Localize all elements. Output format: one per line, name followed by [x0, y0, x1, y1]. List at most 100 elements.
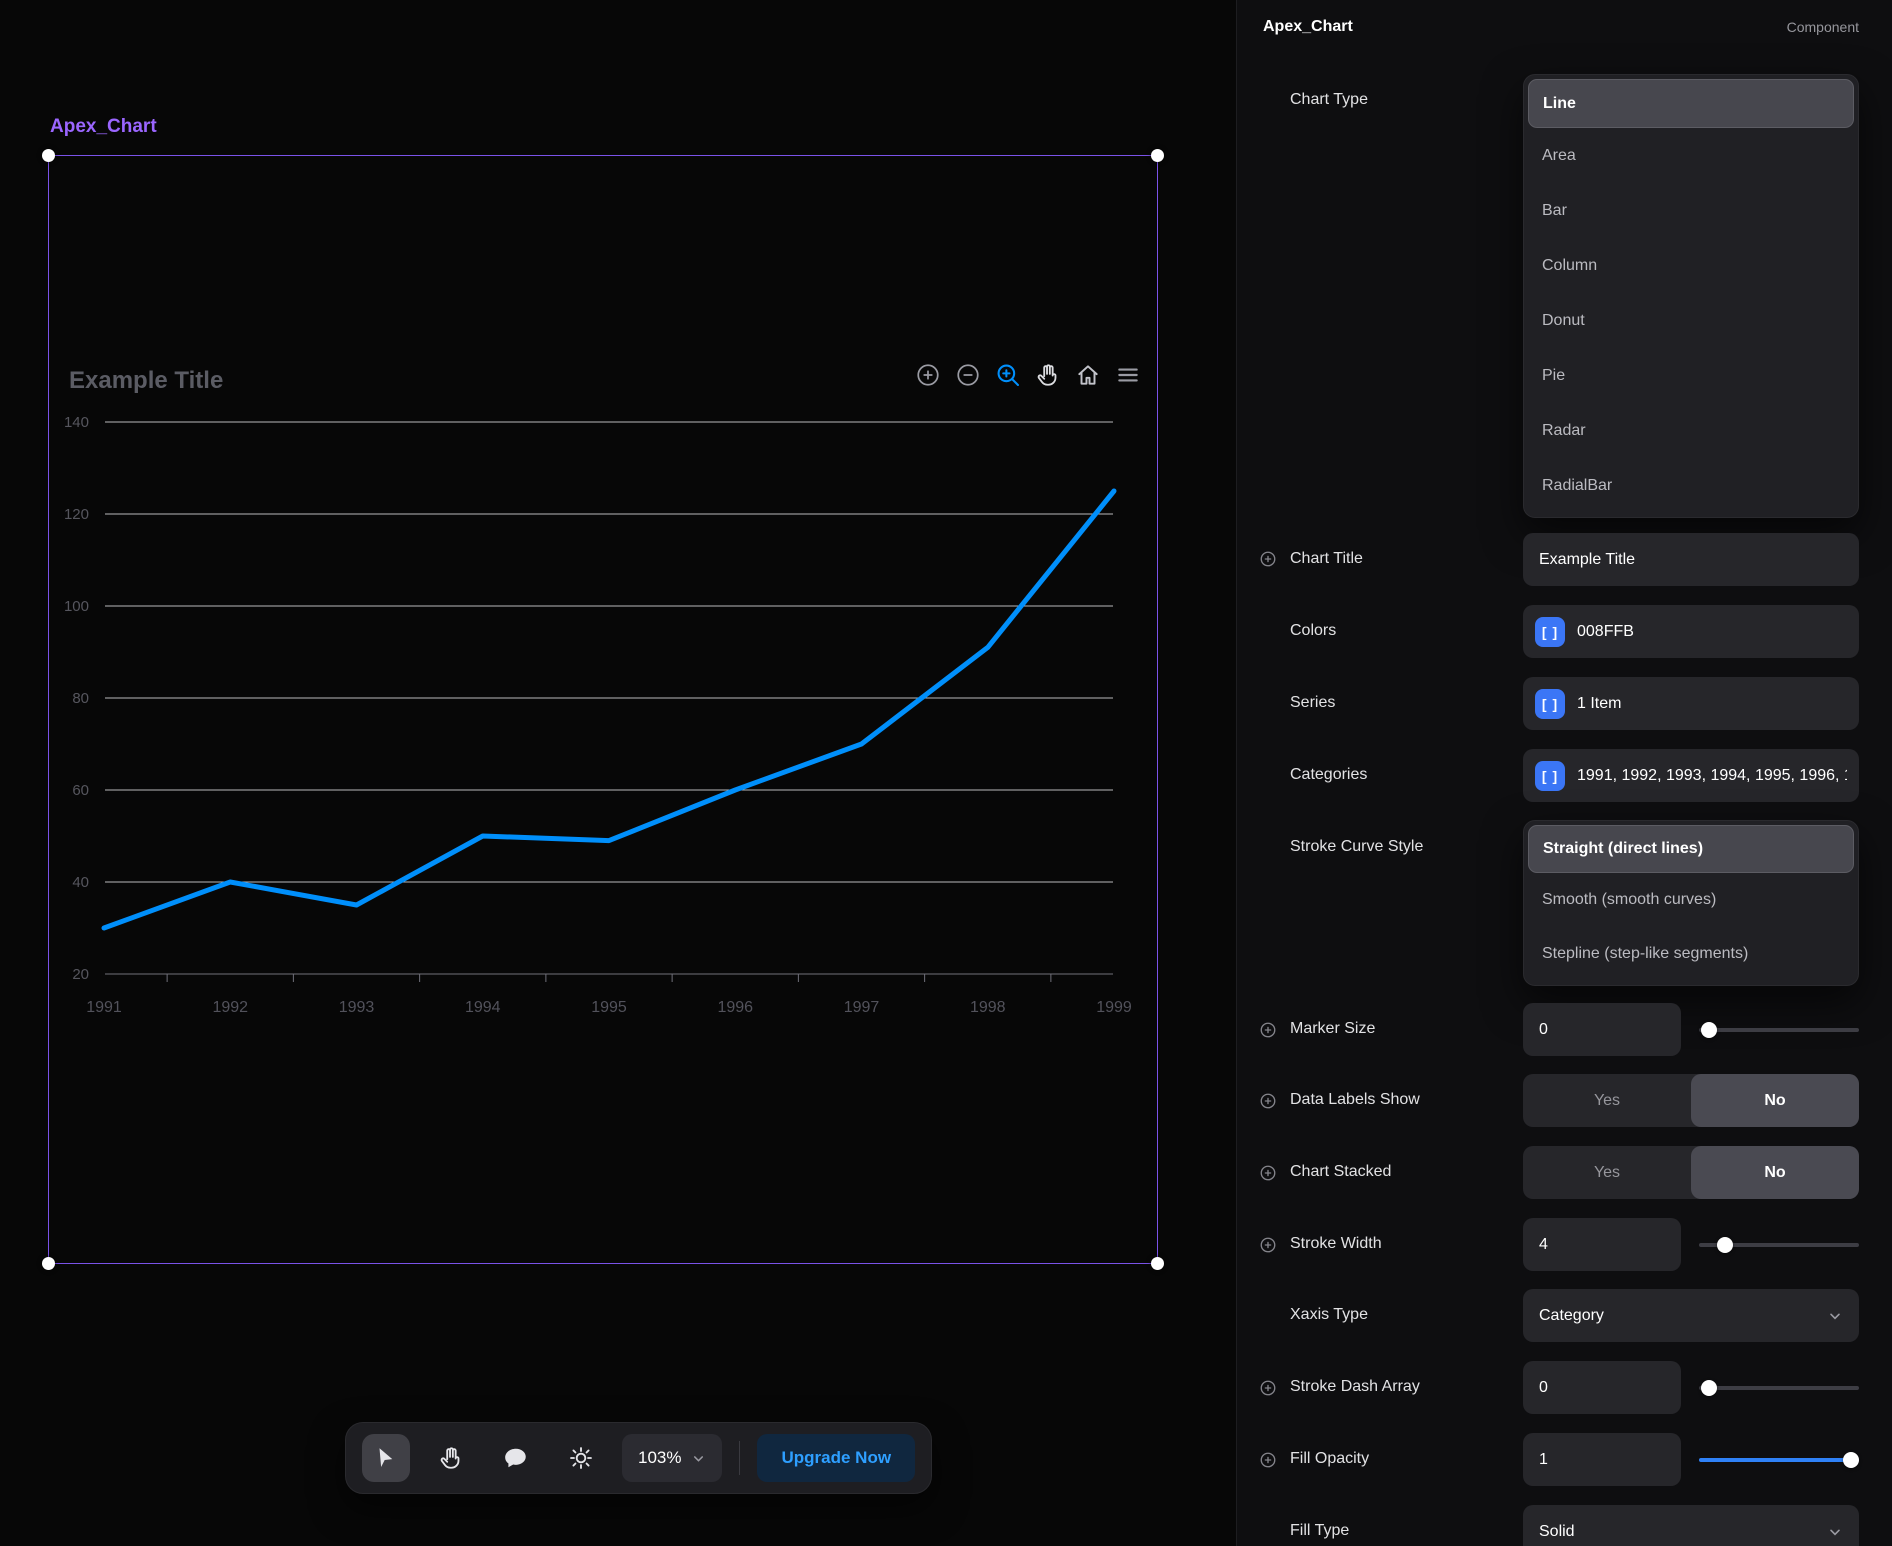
- reset-override-icon[interactable]: [1259, 1379, 1277, 1397]
- chart-type-option[interactable]: Bar: [1528, 183, 1854, 238]
- component-selection-frame[interactable]: 1401201008060402019911992199319941995199…: [48, 155, 1158, 1264]
- resize-handle-top-left[interactable]: [42, 149, 55, 162]
- series-value: 1 Item: [1577, 695, 1621, 713]
- resize-handle-bottom-left[interactable]: [42, 1257, 55, 1270]
- svg-text:1996: 1996: [717, 999, 753, 1016]
- menu-icon[interactable]: [1115, 362, 1141, 388]
- categories-label: Categories: [1290, 765, 1367, 785]
- reset-override-icon[interactable]: [1259, 1236, 1277, 1254]
- chevron-down-icon: [691, 1451, 706, 1466]
- chart-toolbar: [915, 362, 1141, 388]
- zoom-out-icon[interactable]: [955, 362, 981, 388]
- stroke-curve-option[interactable]: Stepline (step-like segments): [1528, 927, 1854, 981]
- component-type-badge: Component: [1787, 19, 1859, 35]
- colors-value: 008FFB: [1577, 623, 1634, 641]
- svg-text:60: 60: [72, 782, 89, 799]
- resize-handle-bottom-right[interactable]: [1151, 1257, 1164, 1270]
- slider-thumb[interactable]: [1701, 1022, 1717, 1038]
- stroke-width-slider[interactable]: [1699, 1218, 1859, 1271]
- stroke-dash-array-input[interactable]: 0: [1523, 1361, 1681, 1414]
- svg-text:1995: 1995: [591, 999, 627, 1016]
- design-canvas[interactable]: Apex_Chart 14012010080604020199119921993…: [0, 0, 1236, 1546]
- svg-text:140: 140: [64, 414, 89, 431]
- component-label[interactable]: Apex_Chart: [50, 116, 157, 138]
- chart-type-option[interactable]: Donut: [1528, 293, 1854, 348]
- segment-option-yes[interactable]: Yes: [1523, 1146, 1691, 1199]
- marker-size-input[interactable]: 0: [1523, 1003, 1681, 1056]
- svg-text:1993: 1993: [339, 999, 375, 1016]
- fill-type-select[interactable]: Solid: [1523, 1505, 1859, 1546]
- chart-type-option[interactable]: Pie: [1528, 348, 1854, 403]
- svg-text:1994: 1994: [465, 999, 501, 1016]
- chart-type-listbox: Line Area Bar Column Donut Pie Radar Rad…: [1523, 74, 1859, 518]
- reset-override-icon[interactable]: [1259, 1021, 1277, 1039]
- svg-text:20: 20: [72, 966, 89, 983]
- zoom-level-control[interactable]: 103%: [622, 1434, 722, 1482]
- upgrade-now-button[interactable]: Upgrade Now: [757, 1434, 915, 1482]
- segment-option-no[interactable]: No: [1691, 1074, 1859, 1127]
- colors-array-field[interactable]: [ ] 008FFB: [1523, 605, 1859, 658]
- chart-title-input[interactable]: Example Title: [1523, 533, 1859, 586]
- chart-stacked-segmented: Yes No: [1523, 1146, 1859, 1199]
- reset-override-icon[interactable]: [1259, 1092, 1277, 1110]
- stroke-curve-option[interactable]: Smooth (smooth curves): [1528, 873, 1854, 927]
- xaxis-type-label: Xaxis Type: [1290, 1305, 1368, 1325]
- svg-text:1992: 1992: [212, 999, 248, 1016]
- stroke-dash-array-label: Stroke Dash Array: [1290, 1377, 1420, 1397]
- marker-size-label: Marker Size: [1290, 1019, 1375, 1039]
- zoom-in-icon[interactable]: [915, 362, 941, 388]
- panel-header: Apex_Chart Component: [1263, 18, 1859, 36]
- categories-array-field[interactable]: [ ] 1991, 1992, 1993, 1994, 1995, 1996, …: [1523, 749, 1859, 802]
- chart-type-label: Chart Type: [1290, 90, 1368, 110]
- segment-option-yes[interactable]: Yes: [1523, 1074, 1691, 1127]
- stroke-dash-array-slider[interactable]: [1699, 1361, 1859, 1414]
- cursor-tool-button[interactable]: [362, 1434, 410, 1482]
- theme-sun-button[interactable]: [557, 1434, 605, 1482]
- home-icon[interactable]: [1075, 362, 1101, 388]
- stroke-width-label: Stroke Width: [1290, 1234, 1382, 1254]
- chart-type-option[interactable]: Column: [1528, 238, 1854, 293]
- data-labels-show-segmented: Yes No: [1523, 1074, 1859, 1127]
- slider-track: [1699, 1028, 1859, 1032]
- properties-panel: Apex_Chart Component Chart Type Line Are…: [1236, 0, 1892, 1546]
- stroke-width-input[interactable]: 4: [1523, 1218, 1681, 1271]
- slider-thumb[interactable]: [1717, 1237, 1733, 1253]
- slider-thumb[interactable]: [1843, 1452, 1859, 1468]
- svg-text:100: 100: [64, 598, 89, 615]
- reset-override-icon[interactable]: [1259, 1451, 1277, 1469]
- hand-tool-button[interactable]: [427, 1434, 475, 1482]
- array-icon: [ ]: [1535, 761, 1565, 791]
- svg-text:40: 40: [72, 874, 89, 891]
- segment-option-no[interactable]: No: [1691, 1146, 1859, 1199]
- categories-value: 1991, 1992, 1993, 1994, 1995, 1996, 1997…: [1577, 767, 1847, 785]
- chevron-down-icon: [1827, 1308, 1843, 1324]
- comment-tool-button[interactable]: [492, 1434, 540, 1482]
- svg-text:Example Title: Example Title: [69, 367, 223, 394]
- reset-override-icon[interactable]: [1259, 1164, 1277, 1182]
- svg-text:1998: 1998: [970, 999, 1006, 1016]
- fill-opacity-slider[interactable]: [1699, 1433, 1859, 1486]
- resize-handle-top-right[interactable]: [1151, 149, 1164, 162]
- svg-text:120: 120: [64, 506, 89, 523]
- stroke-curve-option[interactable]: Straight (direct lines): [1528, 825, 1854, 873]
- stroke-curve-listbox: Straight (direct lines) Smooth (smooth c…: [1523, 820, 1859, 986]
- fill-opacity-input[interactable]: 1: [1523, 1433, 1681, 1486]
- pan-hand-icon[interactable]: [1035, 362, 1061, 388]
- svg-text:1991: 1991: [86, 999, 122, 1016]
- chart-type-option[interactable]: Line: [1528, 79, 1854, 128]
- marker-size-slider[interactable]: [1699, 1003, 1859, 1056]
- series-array-field[interactable]: [ ] 1 Item: [1523, 677, 1859, 730]
- fill-type-value: Solid: [1539, 1523, 1575, 1541]
- slider-track: [1699, 1458, 1859, 1462]
- chart-type-option[interactable]: Area: [1528, 128, 1854, 183]
- chart-title-label: Chart Title: [1290, 549, 1363, 569]
- chart-type-option[interactable]: Radar: [1528, 403, 1854, 458]
- xaxis-type-value: Category: [1539, 1307, 1604, 1325]
- svg-text:1999: 1999: [1096, 999, 1132, 1016]
- selection-zoom-icon[interactable]: [995, 362, 1021, 388]
- array-icon: [ ]: [1535, 689, 1565, 719]
- chart-type-option[interactable]: RadialBar: [1528, 458, 1854, 513]
- xaxis-type-select[interactable]: Category: [1523, 1289, 1859, 1342]
- reset-override-icon[interactable]: [1259, 550, 1277, 568]
- slider-thumb[interactable]: [1701, 1380, 1717, 1396]
